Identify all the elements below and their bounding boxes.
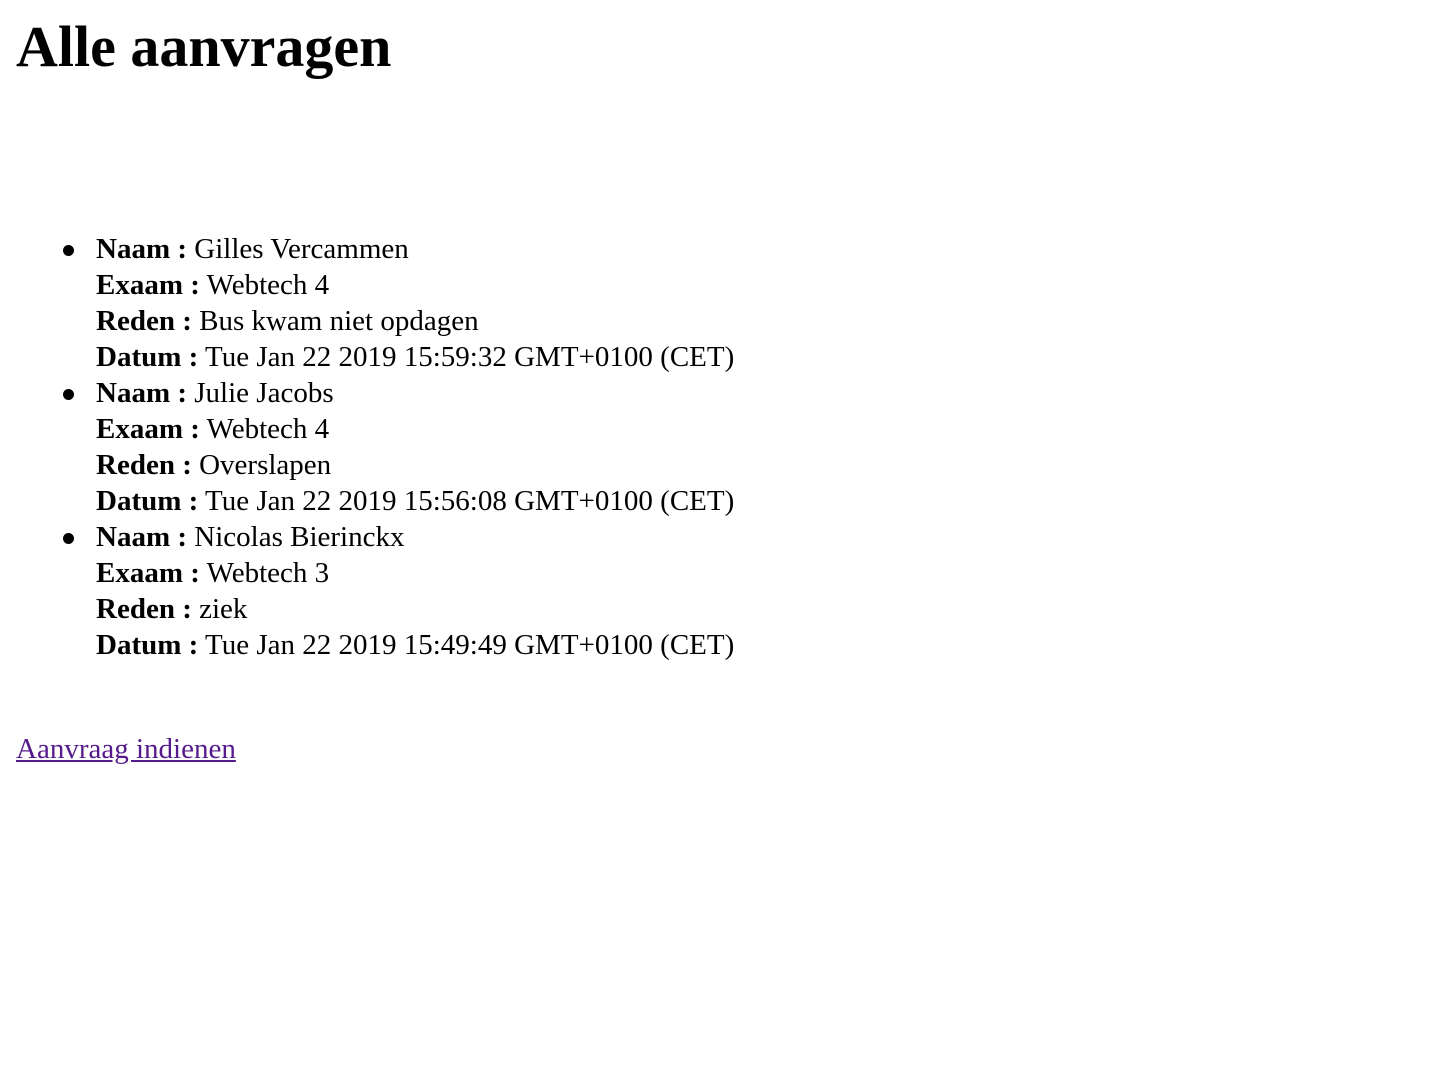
naam-value: Nicolas Bierinckx — [194, 521, 405, 553]
bullet-icon — [63, 389, 74, 400]
request-reden-row: Reden : ziek — [96, 591, 734, 627]
datum-value: Tue Jan 22 2019 15:56:08 GMT+0100 (CET) — [205, 485, 735, 517]
submit-request-link[interactable]: Aanvraag indienen — [16, 731, 236, 767]
request-reden-row: Reden : Bus kwam niet opdagen — [96, 303, 734, 339]
reden-value: Overslapen — [199, 449, 332, 481]
request-exaam-row: Exaam : Webtech 4 — [96, 411, 734, 447]
exaam-value: Webtech 4 — [206, 413, 330, 445]
reden-label: Reden : — [96, 593, 192, 625]
request-reden-row: Reden : Overslapen — [96, 447, 734, 483]
naam-label: Naam : — [96, 233, 188, 265]
request-exaam-row: Exaam : Webtech 3 — [96, 555, 734, 591]
request-datum-row: Datum : Tue Jan 22 2019 15:56:08 GMT+010… — [96, 483, 734, 519]
reden-label: Reden : — [96, 449, 192, 481]
exaam-value: Webtech 4 — [206, 269, 330, 301]
request-datum-row: Datum : Tue Jan 22 2019 15:59:32 GMT+010… — [96, 339, 734, 375]
list-item: Naam : Julie Jacobs Exaam : Webtech 4 Re… — [63, 375, 734, 519]
naam-value: Julie Jacobs — [194, 377, 334, 409]
naam-label: Naam : — [96, 377, 188, 409]
requests-list: Naam : Gilles Vercammen Exaam : Webtech … — [63, 231, 734, 663]
bullet-icon — [63, 533, 74, 544]
bullet-icon — [63, 245, 74, 256]
datum-label: Datum : — [96, 629, 199, 661]
exaam-value: Webtech 3 — [206, 557, 330, 589]
datum-label: Datum : — [96, 485, 199, 517]
exaam-label: Exaam : — [96, 413, 200, 445]
datum-label: Datum : — [96, 341, 199, 373]
naam-value: Gilles Vercammen — [194, 233, 409, 265]
request-exaam-row: Exaam : Webtech 4 — [96, 267, 734, 303]
request-naam-row: Naam : Gilles Vercammen — [96, 231, 734, 267]
exaam-label: Exaam : — [96, 269, 200, 301]
exaam-label: Exaam : — [96, 557, 200, 589]
request-naam-row: Naam : Julie Jacobs — [96, 375, 734, 411]
reden-value: Bus kwam niet opdagen — [199, 305, 479, 337]
reden-value: ziek — [199, 593, 248, 625]
request-datum-row: Datum : Tue Jan 22 2019 15:49:49 GMT+010… — [96, 627, 734, 663]
page-title: Alle aanvragen — [16, 14, 392, 79]
list-item: Naam : Gilles Vercammen Exaam : Webtech … — [63, 231, 734, 375]
datum-value: Tue Jan 22 2019 15:59:32 GMT+0100 (CET) — [205, 341, 735, 373]
naam-label: Naam : — [96, 521, 188, 553]
datum-value: Tue Jan 22 2019 15:49:49 GMT+0100 (CET) — [205, 629, 735, 661]
reden-label: Reden : — [96, 305, 192, 337]
request-naam-row: Naam : Nicolas Bierinckx — [96, 519, 734, 555]
page: Alle aanvragen Naam : Gilles Vercammen E… — [0, 0, 1448, 765]
list-item: Naam : Nicolas Bierinckx Exaam : Webtech… — [63, 519, 734, 663]
